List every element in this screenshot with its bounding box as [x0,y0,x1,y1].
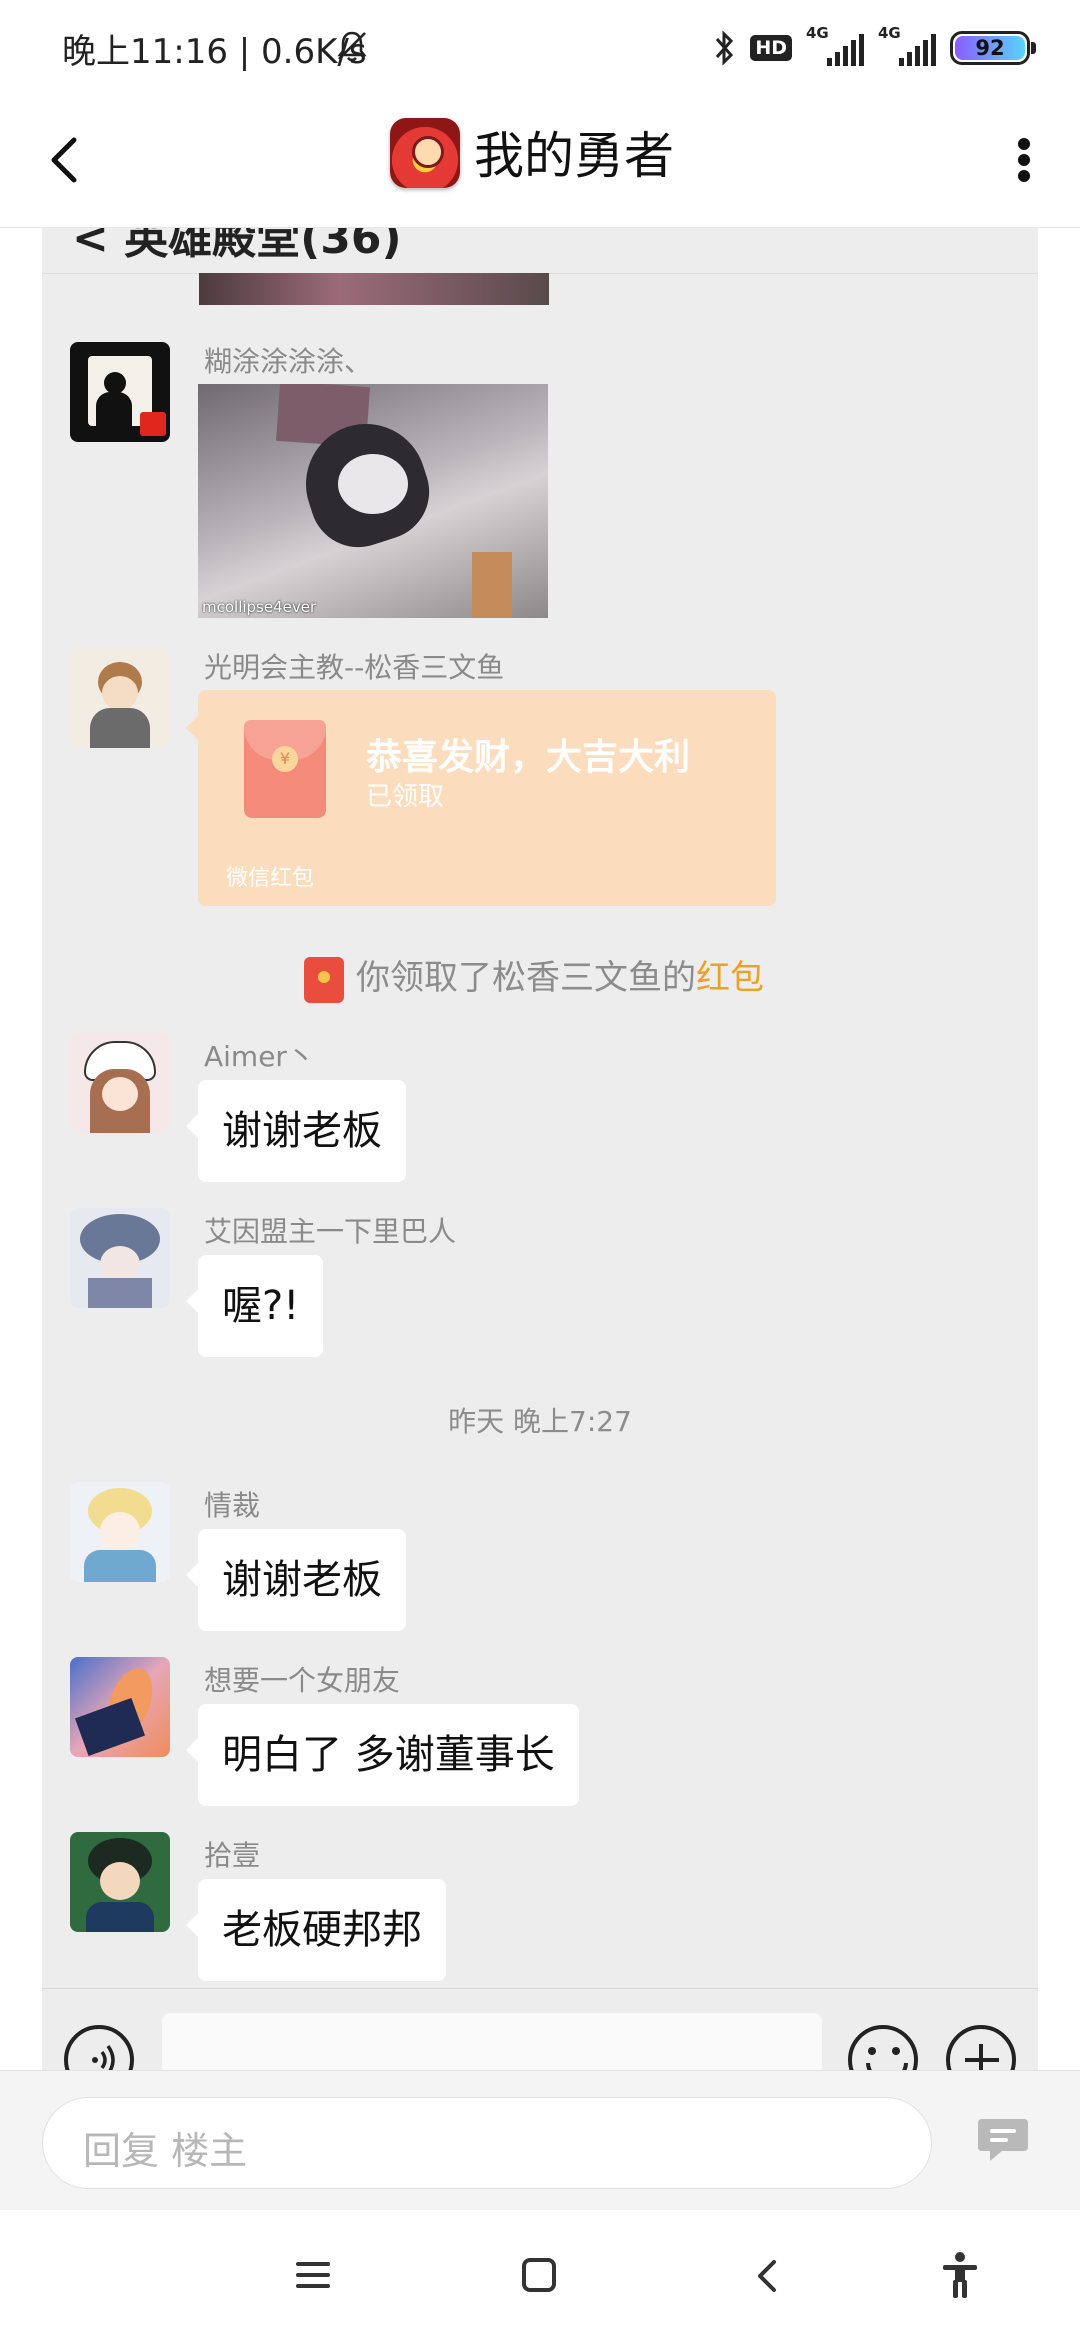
red-packet-icon [304,956,344,1003]
add-attachment-icon[interactable] [946,2025,1016,2070]
reply-input[interactable]: 回复 楼主 [42,2097,932,2189]
app-logo [390,118,460,188]
red-packet-card[interactable]: ¥ 恭喜发财，大吉大利 已领取 微信红包 [186,690,776,906]
avatar[interactable] [70,1482,170,1582]
sender-name: Aimer丶 [204,1040,315,1073]
chat-messages: 糊涂涂涂涂、 mcollipse4ever 光明会主教--松香三文鱼 ¥ 恭喜发… [42,228,1038,1988]
system-message-highlight: 红包 [696,958,764,998]
message-bubble[interactable]: 明白了 多谢董事长 [186,1704,579,1806]
nav-back-icon[interactable] [752,2256,782,2296]
battery-icon: 92 [950,31,1036,65]
message-bubble[interactable]: 谢谢老板 [186,1080,406,1182]
system-message-text: 你领取了松香三文鱼的 [356,958,696,998]
sender-name: 光明会主教--松香三文鱼 [204,651,505,684]
sender-name: 想要一个女朋友 [204,1664,401,1697]
reply-placeholder: 回复 楼主 [83,2129,248,2173]
red-packet-footer: 微信红包 [226,866,315,891]
bluetooth-icon [716,30,734,66]
avatar[interactable] [70,1832,170,1932]
avatar[interactable] [70,1657,170,1757]
menu-icon[interactable] [296,2260,330,2290]
avatar[interactable] [70,1033,170,1133]
sender-name: 艾因盟主一下里巴人 [204,1215,457,1248]
signal-sim1-icon: 4G [806,24,864,68]
sender-name: 糊涂涂涂涂、 [204,345,373,378]
avatar[interactable] [70,342,170,442]
time-separator: 昨天 晚上7:27 [448,1405,632,1438]
avatar[interactable] [70,1208,170,1308]
red-packet-status: 已领取 [366,782,445,812]
image-watermark: mcollipse4ever [202,598,317,616]
sender-name: 情裁 [204,1489,261,1522]
home-icon[interactable] [522,2258,556,2292]
message-bubble[interactable]: 谢谢老板 [186,1529,406,1631]
red-packet-icon: ¥ [244,720,326,818]
battery-level: 92 [975,36,1005,60]
chat-text-input[interactable] [162,2013,822,2070]
chat-input-toolbar [42,1988,1038,2070]
status-time-speed: 晚上11:16 | 0.6K/s [62,32,367,72]
hd-badge: HD [750,35,792,61]
message-bubble[interactable]: 喔?! [185,1255,324,1357]
avatar[interactable] [70,648,170,748]
app-header: 我的勇者 [0,96,1080,228]
back-arrow-icon[interactable] [40,126,100,192]
sender-name: 拾壹 [204,1839,261,1872]
more-options-icon[interactable] [1004,126,1044,192]
chat-image[interactable]: mcollipse4ever [198,384,548,618]
status-bar: 晚上11:16 | 0.6K/s HD 4G 4G 92 [0,0,1080,96]
page-title: 我的勇者 [474,127,674,185]
signal-sim2-icon: 4G [878,24,936,68]
message-bubble[interactable]: 老板硬邦邦 [186,1879,446,1981]
emoji-icon[interactable] [848,2025,918,2070]
mute-bell-icon [337,31,367,62]
system-nav-bar [0,2210,1080,2340]
reply-bar: 回复 楼主 [0,2070,1080,2210]
system-message: 你领取了松香三文鱼的红包 [304,950,764,1003]
voice-input-icon[interactable] [64,2025,134,2070]
comment-icon[interactable] [976,2115,1030,2163]
accessibility-icon[interactable] [940,2250,980,2300]
red-packet-title: 恭喜发财，大吉大利 [366,737,691,778]
